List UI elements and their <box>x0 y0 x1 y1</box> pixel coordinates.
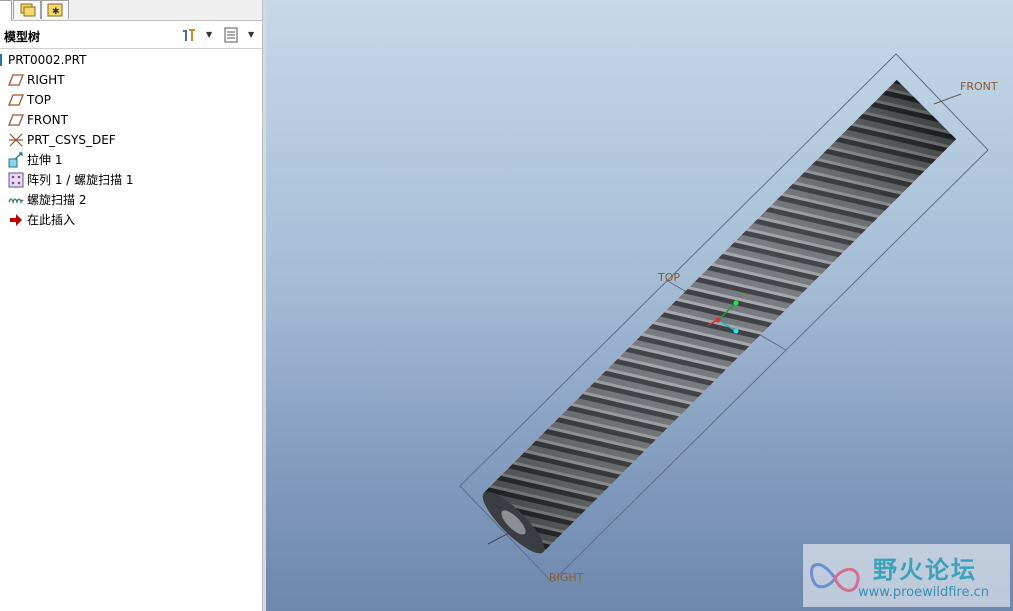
datum-label-right: RIGHT <box>549 571 584 584</box>
front-leader-line <box>933 93 962 105</box>
watermark-title: 野火论坛 <box>873 556 977 584</box>
pattern-icon <box>8 172 24 188</box>
show-list-icon[interactable] <box>222 26 240 44</box>
part-icon <box>0 54 2 66</box>
panel-title: 模型树 <box>4 30 41 44</box>
insert-here-arrow-icon <box>10 214 22 226</box>
datum-label-top: TOP <box>658 271 681 284</box>
graphics-viewport[interactable]: FRONT TOP RIGHT <box>266 0 1013 611</box>
coordinate-system-icon <box>9 133 23 147</box>
tree-item-label: RIGHT <box>27 73 65 87</box>
datum-plane-icon <box>8 74 24 86</box>
tree-item-label: TOP <box>27 93 52 107</box>
model-tree-header: 模型树 ▼ ▼ <box>0 21 262 49</box>
butterfly-logo-icon <box>810 563 860 593</box>
tab-folder-browser[interactable] <box>13 0 41 19</box>
show-dropdown-arrow-icon[interactable]: ▼ <box>248 30 254 39</box>
model-tree-panel: ✱ 模型树 ▼ ▼ PRT0002.PRT RIGHT TOP FRONT PR… <box>0 0 262 611</box>
datum-label-front: FRONT <box>960 80 998 93</box>
tree-item-label: 拉伸 1 <box>27 153 63 167</box>
tab-favorites[interactable]: ✱ <box>41 0 69 19</box>
extrude-icon <box>8 152 23 168</box>
tree-root-label: PRT0002.PRT <box>8 53 87 67</box>
tree-item-label: PRT_CSYS_DEF <box>27 133 116 147</box>
datum-plane-icon <box>8 94 24 106</box>
favorites-icon: ✱ <box>47 3 63 17</box>
tree-item-label: 螺旋扫描 2 <box>27 193 87 207</box>
settings-tools-icon[interactable] <box>180 26 198 44</box>
helical-part-model <box>459 53 989 583</box>
datum-plane-icon <box>8 114 24 126</box>
tree-item-label: 阵列 1 / 螺旋扫描 1 <box>27 173 134 187</box>
panel-tab-bar: ✱ <box>0 0 262 21</box>
tree-item-label: FRONT <box>27 113 68 127</box>
tree-item-label: 在此插入 <box>27 213 76 227</box>
helical-sweep-icon <box>8 198 24 205</box>
settings-dropdown-arrow-icon[interactable]: ▼ <box>206 30 212 39</box>
tab-model-tree[interactable] <box>0 0 12 21</box>
folder-browser-icon <box>20 3 36 17</box>
watermark-url: www.proewildfire.cn <box>858 585 989 600</box>
svg-text:✱: ✱ <box>52 7 60 17</box>
forum-watermark: 野火论坛 www.proewildfire.cn <box>803 544 1010 607</box>
